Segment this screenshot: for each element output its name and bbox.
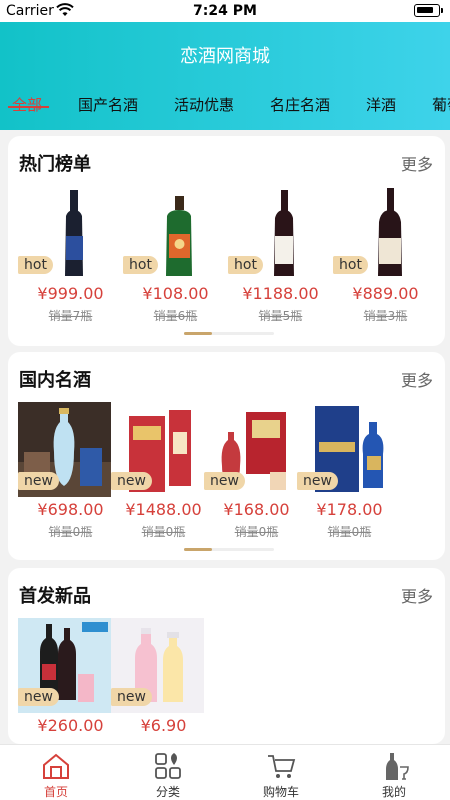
tab-category[interactable]: 分类 <box>112 745 224 800</box>
hot-badge: hot <box>228 256 263 274</box>
tab-cart[interactable]: 购物车 <box>225 745 337 800</box>
category-icon <box>155 753 181 779</box>
product-price: ¥1488.00 <box>125 500 202 519</box>
hot-badge: hot <box>123 256 158 274</box>
tab-home[interactable]: 首页 <box>0 745 112 800</box>
scroll-indicator <box>184 548 274 551</box>
product-price: ¥108.00 <box>142 284 209 303</box>
section-title: 首发新品 <box>19 586 91 607</box>
domestic-section: 国内名酒 更多 new ¥698.00 销量0瓶 new ¥1488.00 销量… <box>8 352 445 560</box>
new-badge: new <box>204 472 245 490</box>
bottom-tab-bar: 首页 分类 购物车 我的 <box>0 744 450 800</box>
battery-icon <box>414 4 443 17</box>
page-title: 恋酒网商城 <box>180 46 270 67</box>
product-price: ¥178.00 <box>316 500 383 519</box>
hot-section: 热门榜单 更多 hot ¥999.00 销量7瓶 hot ¥108.00 销量6… <box>8 136 445 346</box>
active-tab-indicator <box>8 106 49 108</box>
tab-wine[interactable]: 葡萄 <box>432 94 450 115</box>
new-badge: new <box>18 472 59 490</box>
app-header: 恋酒网商城 全部 国产名酒 活动优惠 名庄名酒 洋酒 葡萄 <box>0 22 450 130</box>
new-arrivals-section: 首发新品 更多 new ¥260.00 new ¥6.90 <box>8 568 445 744</box>
sales-count: 销量3瓶 <box>363 309 408 323</box>
home-icon <box>43 753 69 779</box>
product-price: ¥168.00 <box>223 500 290 519</box>
tab-label: 首页 <box>43 785 68 799</box>
product-price: ¥889.00 <box>352 284 419 303</box>
sales-count: 销量0瓶 <box>48 525 93 539</box>
new-badge: new <box>111 472 152 490</box>
tab-label: 分类 <box>155 785 180 799</box>
tab-foreign[interactable]: 洋酒 <box>366 94 396 115</box>
tab-domestic[interactable]: 国产名酒 <box>78 94 138 115</box>
more-link[interactable]: 更多 <box>401 583 433 607</box>
tab-label: 我的 <box>381 785 406 799</box>
new-badge: new <box>111 688 152 706</box>
sales-count: 销量5瓶 <box>258 309 303 323</box>
hot-badge: hot <box>333 256 368 274</box>
tab-promotions[interactable]: 活动优惠 <box>174 94 234 115</box>
sales-count: 销量0瓶 <box>234 525 279 539</box>
status-bar: Carrier 7:24 PM <box>0 0 450 22</box>
more-link[interactable]: 更多 <box>401 367 433 391</box>
more-link[interactable]: 更多 <box>401 151 433 175</box>
product-price: ¥6.90 <box>140 716 187 735</box>
category-tabs: 全部 国产名酒 活动优惠 名庄名酒 洋酒 葡萄 <box>0 92 450 130</box>
tab-all[interactable]: 全部 <box>12 94 42 115</box>
section-title: 国内名酒 <box>19 370 91 391</box>
sales-count: 销量0瓶 <box>141 525 186 539</box>
sales-count: 销量0瓶 <box>327 525 372 539</box>
product-price: ¥999.00 <box>37 284 104 303</box>
sales-count: 销量6瓶 <box>153 309 198 323</box>
tab-profile[interactable]: 我的 <box>338 745 450 800</box>
section-title: 热门榜单 <box>19 154 91 175</box>
tab-chateau[interactable]: 名庄名酒 <box>270 94 330 115</box>
scroll-indicator <box>184 332 274 335</box>
new-badge: new <box>18 688 59 706</box>
new-badge: new <box>297 472 338 490</box>
cart-icon <box>268 755 296 778</box>
clock: 7:24 PM <box>193 3 257 19</box>
profile-icon <box>386 753 409 780</box>
hot-badge: hot <box>18 256 53 274</box>
product-price: ¥698.00 <box>37 500 104 519</box>
product-price: ¥260.00 <box>37 716 104 735</box>
product-price: ¥1188.00 <box>242 284 319 303</box>
sales-count: 销量7瓶 <box>48 309 93 323</box>
tab-label: 购物车 <box>262 785 299 799</box>
